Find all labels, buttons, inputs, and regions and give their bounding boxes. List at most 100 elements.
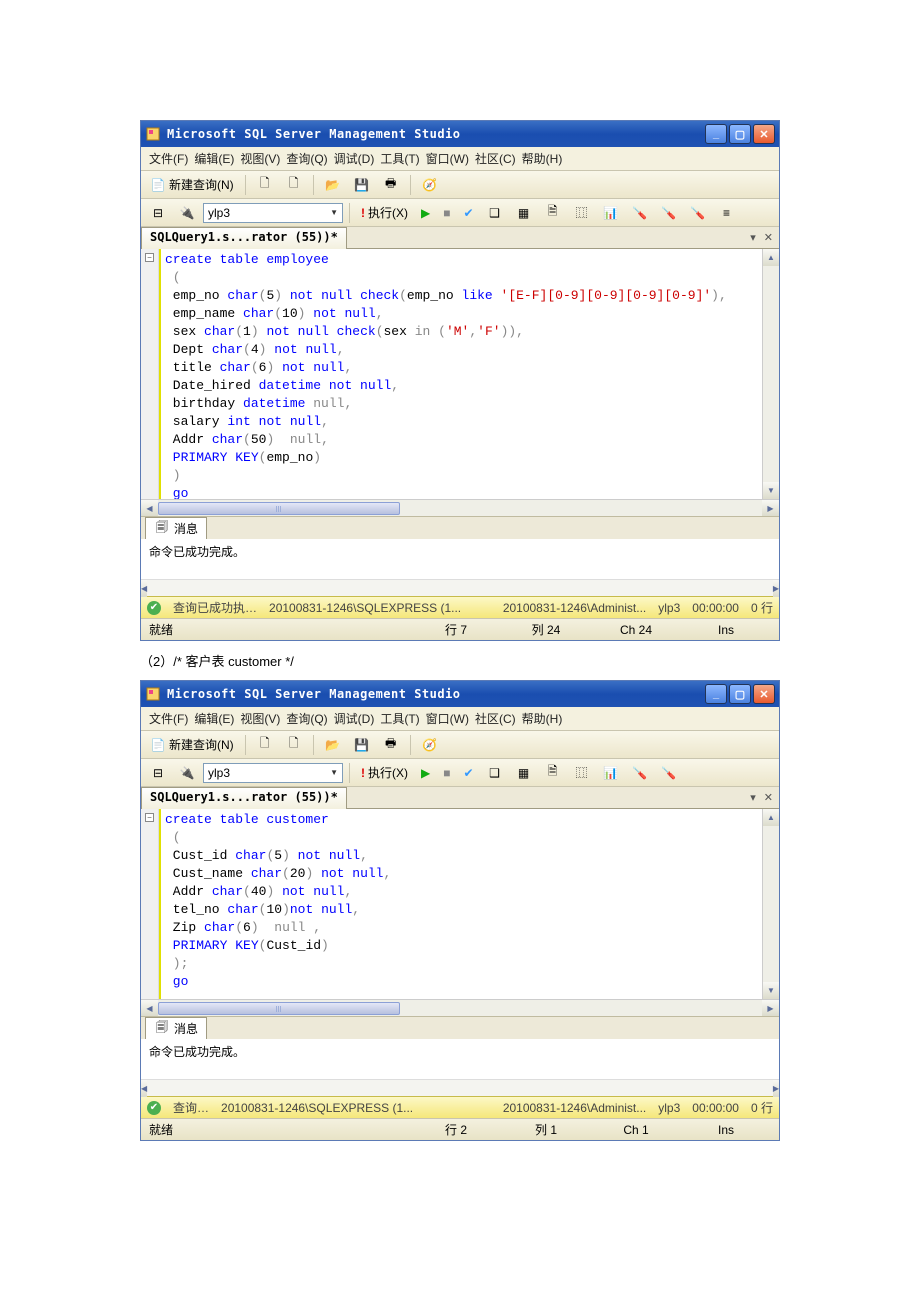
code-area[interactable]: create table employee ( emp_no char(5) n… — [161, 249, 762, 499]
maximize-button[interactable]: ▢ — [729, 124, 751, 144]
outline-button[interactable]: ❑ — [482, 762, 508, 784]
menu-help[interactable]: 帮助(H) — [522, 710, 563, 727]
tab-menu-icon[interactable]: ▾ — [750, 231, 756, 244]
change-conn-button[interactable]: 🔌 — [174, 762, 200, 784]
opt4-button[interactable]: 🪛 — [685, 202, 711, 224]
new-project-button[interactable]: 🗋 — [281, 734, 307, 756]
menu-edit[interactable]: 编辑(E) — [194, 710, 234, 727]
activity-button[interactable]: 🧭 — [417, 734, 443, 756]
save-button[interactable]: 💾 — [349, 734, 375, 756]
close-button[interactable]: ✕ — [753, 684, 775, 704]
menu-tools[interactable]: 工具(T) — [380, 710, 419, 727]
menu-window[interactable]: 窗口(W) — [426, 150, 469, 167]
scroll-down-icon[interactable]: ▼ — [763, 982, 779, 999]
opt1-button[interactable]: 📊 — [598, 762, 624, 784]
change-conn-button[interactable]: 🔌 — [174, 202, 200, 224]
tab-close-icon[interactable]: ✕ — [764, 231, 773, 244]
menu-help[interactable]: 帮助(H) — [522, 150, 563, 167]
scroll-left-icon[interactable]: ◀ — [141, 1000, 158, 1016]
vertical-scrollbar[interactable]: ▲ ▼ — [762, 809, 779, 999]
tab-menu-icon[interactable]: ▾ — [750, 791, 756, 804]
menu-window[interactable]: 窗口(W) — [426, 710, 469, 727]
new-project-button[interactable]: 🗋 — [281, 174, 307, 196]
horizontal-scrollbar[interactable]: ◀ ▶ — [141, 499, 779, 516]
execute-button[interactable]: ! 执行(X) — [356, 762, 413, 784]
document-tab[interactable]: SQLQuery1.s...rator (55))* — [141, 787, 347, 809]
outline-button[interactable]: ❑ — [482, 202, 508, 224]
opt2-button[interactable]: 🪛 — [627, 202, 653, 224]
menu-file[interactable]: 文件(F) — [149, 150, 188, 167]
messages-tab[interactable]: 🗐 消息 — [145, 1017, 207, 1039]
parse-button[interactable]: ✔ — [458, 202, 478, 224]
menu-community[interactable]: 社区(C) — [475, 710, 516, 727]
outline-collapse-icon[interactable]: − — [145, 253, 154, 262]
horizontal-scrollbar[interactable]: ◀ ▶ — [141, 999, 779, 1016]
database-combo[interactable]: ylp3 ▼ — [203, 203, 343, 223]
stop-button[interactable]: ■ — [438, 202, 455, 224]
save-all-button[interactable]: 🖶 — [378, 734, 404, 756]
code-editor[interactable]: − create table employee ( emp_no char(5)… — [141, 249, 779, 499]
scroll-up-icon[interactable]: ▲ — [763, 249, 779, 266]
messages-tab[interactable]: 🗐 消息 — [145, 517, 207, 539]
tab-close-icon[interactable]: ✕ — [764, 791, 773, 804]
menu-edit[interactable]: 编辑(E) — [194, 150, 234, 167]
maximize-button[interactable]: ▢ — [729, 684, 751, 704]
scroll-up-icon[interactable]: ▲ — [763, 809, 779, 826]
parse-button[interactable]: ✔ — [458, 762, 478, 784]
document-tab[interactable]: SQLQuery1.s...rator (55))* — [141, 227, 347, 249]
activity-button[interactable]: 🧭 — [417, 174, 443, 196]
new-file-button[interactable]: 🗋 — [252, 174, 278, 196]
opt1-button[interactable]: 📊 — [598, 202, 624, 224]
scroll-right-icon[interactable]: ▶ — [762, 500, 779, 516]
save-button[interactable]: 💾 — [349, 174, 375, 196]
scroll-thumb[interactable] — [158, 502, 400, 515]
menu-view[interactable]: 视图(V) — [240, 150, 280, 167]
messages-hscroll[interactable]: ◀ ▶ — [141, 579, 779, 596]
menu-query[interactable]: 查询(Q) — [286, 710, 327, 727]
plan-button[interactable]: ⿲ — [569, 202, 595, 224]
indent-button[interactable]: ≡ — [714, 202, 740, 224]
menu-debug[interactable]: 调试(D) — [334, 710, 375, 727]
scroll-right-icon[interactable]: ▶ — [773, 580, 779, 597]
opt2-button[interactable]: 🪛 — [627, 762, 653, 784]
minimize-button[interactable]: _ — [705, 684, 727, 704]
close-button[interactable]: ✕ — [753, 124, 775, 144]
minimize-button[interactable]: _ — [705, 124, 727, 144]
new-query-button[interactable]: 📄 新建查询(N) — [145, 174, 239, 196]
open-button[interactable]: 📂 — [320, 174, 346, 196]
messages-hscroll[interactable]: ◀ ▶ — [141, 1079, 779, 1096]
plan-button[interactable]: ⿲ — [569, 762, 595, 784]
menu-file[interactable]: 文件(F) — [149, 710, 188, 727]
open-button[interactable]: 📂 — [320, 734, 346, 756]
opt3-button[interactable]: 🪛 — [656, 202, 682, 224]
menu-tools[interactable]: 工具(T) — [380, 150, 419, 167]
scroll-thumb[interactable] — [158, 1002, 400, 1015]
results-text-button[interactable]: 🗎 — [540, 762, 566, 784]
scroll-down-icon[interactable]: ▼ — [763, 482, 779, 499]
toggle-button[interactable]: ⊟ — [145, 762, 171, 784]
results-grid-button[interactable]: ▦ — [511, 202, 537, 224]
execute-button[interactable]: ! 执行(X) — [356, 202, 413, 224]
new-file-button[interactable]: 🗋 — [252, 734, 278, 756]
menu-view[interactable]: 视图(V) — [240, 710, 280, 727]
titlebar[interactable]: Microsoft SQL Server Management Studio _… — [141, 681, 779, 707]
save-all-button[interactable]: 🖶 — [378, 174, 404, 196]
scroll-left-icon[interactable]: ◀ — [141, 500, 158, 516]
new-query-button[interactable]: 📄 新建查询(N) — [145, 734, 239, 756]
scroll-right-icon[interactable]: ▶ — [773, 1080, 779, 1097]
opt3-button[interactable]: 🪛 — [656, 762, 682, 784]
menu-query[interactable]: 查询(Q) — [286, 150, 327, 167]
toggle-button[interactable]: ⊟ — [145, 202, 171, 224]
menu-debug[interactable]: 调试(D) — [334, 150, 375, 167]
scroll-right-icon[interactable]: ▶ — [762, 1000, 779, 1016]
debug-button[interactable]: ▶ — [416, 762, 435, 784]
results-grid-button[interactable]: ▦ — [511, 762, 537, 784]
outline-collapse-icon[interactable]: − — [145, 813, 154, 822]
menu-community[interactable]: 社区(C) — [475, 150, 516, 167]
vertical-scrollbar[interactable]: ▲ ▼ — [762, 249, 779, 499]
stop-button[interactable]: ■ — [438, 762, 455, 784]
results-text-button[interactable]: 🗎 — [540, 202, 566, 224]
debug-button[interactable]: ▶ — [416, 202, 435, 224]
code-editor[interactable]: − create table customer ( Cust_id char(5… — [141, 809, 779, 999]
code-area[interactable]: create table customer ( Cust_id char(5) … — [161, 809, 762, 999]
